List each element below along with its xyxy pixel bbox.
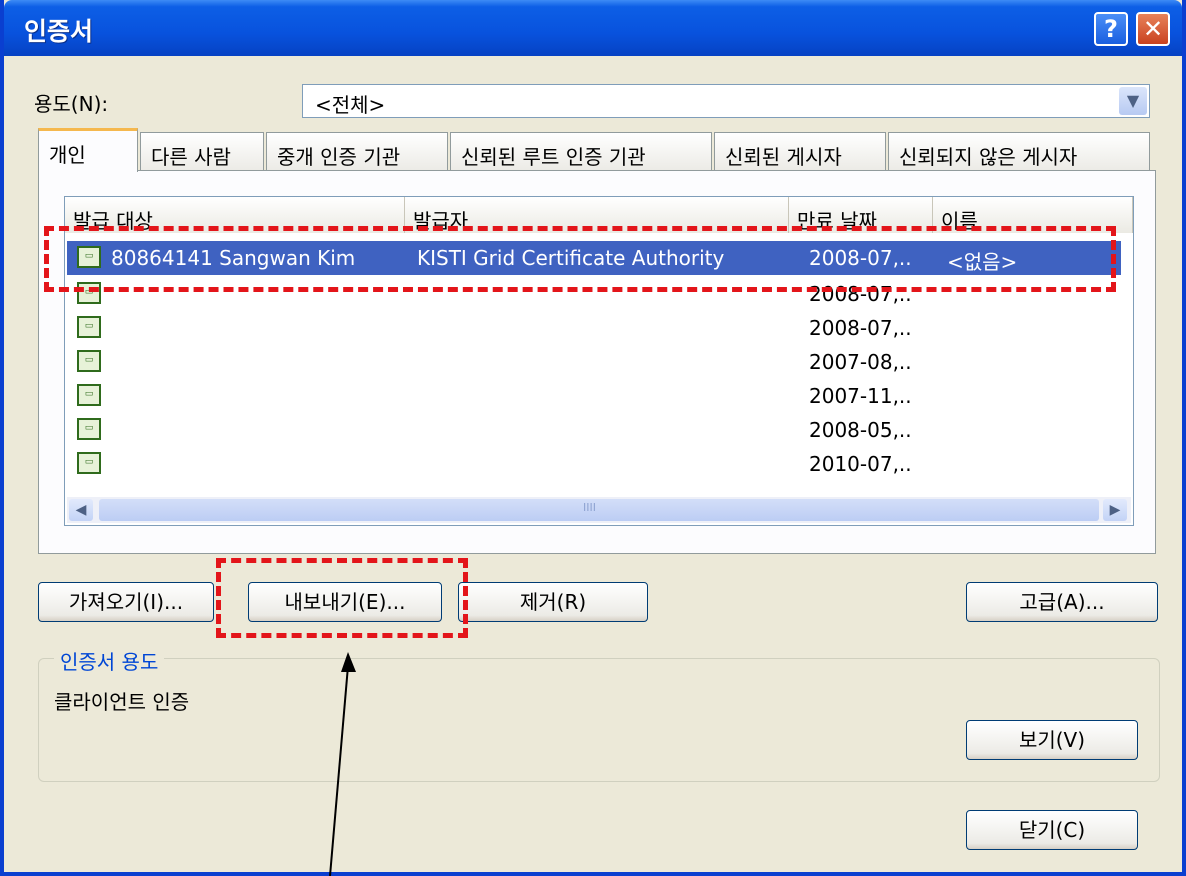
arrow-head (341, 652, 356, 672)
arrow-shaft (329, 665, 349, 876)
annotation-arrow (329, 652, 356, 876)
tab-personal[interactable]: 개인 (38, 128, 138, 172)
